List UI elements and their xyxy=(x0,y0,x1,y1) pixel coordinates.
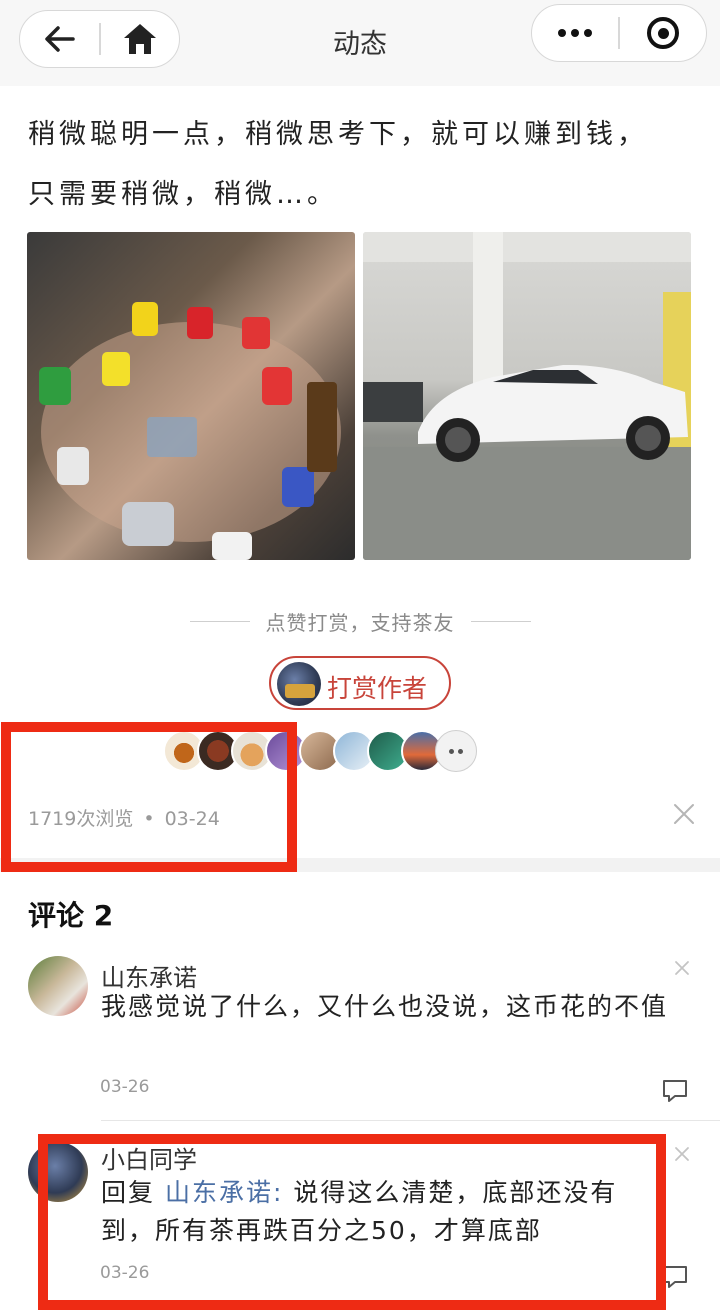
post-meta: 1719次浏览 • 03-24 xyxy=(28,804,220,831)
nav-capsule-right xyxy=(531,4,707,62)
watches-photo-illustration xyxy=(39,302,341,560)
commenter-name[interactable]: 小白同学 xyxy=(101,1140,197,1175)
reply-prefix: 回复 xyxy=(101,1178,165,1207)
close-miniprogram-button[interactable] xyxy=(620,5,706,61)
car-photo-illustration xyxy=(363,232,691,560)
home-button[interactable] xyxy=(100,11,179,67)
nav-bar: 动态 xyxy=(0,0,720,86)
view-count: 1719次浏览 xyxy=(28,808,134,830)
support-divider: 点赞打赏，支持茶友 xyxy=(0,606,720,636)
comment-text: 我感觉说了什么，又什么也没说，这币花的不值 xyxy=(101,992,669,1021)
reply-comment-icon[interactable] xyxy=(661,1264,689,1290)
comment-date: 03-26 xyxy=(100,1077,150,1097)
more-button[interactable] xyxy=(532,5,618,61)
author-avatar xyxy=(277,662,321,706)
supporter-avatars[interactable] xyxy=(163,730,477,772)
delete-comment-icon[interactable] xyxy=(672,958,692,978)
more-supporters-button[interactable] xyxy=(435,730,477,772)
comment-date: 03-26 xyxy=(100,1263,150,1283)
divider-line xyxy=(470,620,531,622)
comments-title: 评论 2 xyxy=(28,899,114,932)
commenter-avatar[interactable] xyxy=(28,956,88,1016)
comment-divider xyxy=(101,1120,720,1121)
comment-item: 小白同学 回复 山东承诺: 说得这么清楚，底部还没有到，所有茶再跌百分之50，才… xyxy=(0,1136,720,1315)
post-date: 03-24 xyxy=(164,808,220,830)
arrow-left-icon xyxy=(44,26,75,52)
comment-text: 回复 山东承诺: 说得这么清楚，底部还没有到，所有茶再跌百分之50，才算底部 xyxy=(101,1174,671,1250)
support-label: 点赞打赏，支持茶友 xyxy=(265,610,455,635)
reply-comment-icon[interactable] xyxy=(661,1078,689,1104)
reward-author-button[interactable]: 打赏作者 xyxy=(269,656,451,710)
close-icon[interactable] xyxy=(670,800,698,828)
post-image-car[interactable] xyxy=(363,232,691,560)
post-text-line-1: 稍微聪明一点，稍微思考下，就可以赚到钱， xyxy=(28,119,648,150)
commenter-avatar[interactable] xyxy=(28,1142,88,1202)
nav-capsule-left xyxy=(19,10,180,68)
delete-comment-icon[interactable] xyxy=(672,1144,692,1164)
home-icon xyxy=(123,24,156,54)
reward-button-label: 打赏作者 xyxy=(327,674,428,703)
meta-separator: • xyxy=(143,808,155,830)
post-text-line-2: 只需要稍微，稍微…。 xyxy=(28,179,338,210)
target-circle-icon xyxy=(647,17,679,49)
reply-to-user[interactable]: 山东承诺: xyxy=(165,1178,283,1207)
section-separator xyxy=(0,858,720,872)
post-image-watches[interactable] xyxy=(27,232,355,560)
more-dots-icon xyxy=(558,29,592,37)
back-button[interactable] xyxy=(20,11,99,67)
comment-item: 山东承诺 我感觉说了什么，又什么也没说，这币花的不值 03-26 xyxy=(0,950,720,1118)
divider-line xyxy=(189,620,250,622)
